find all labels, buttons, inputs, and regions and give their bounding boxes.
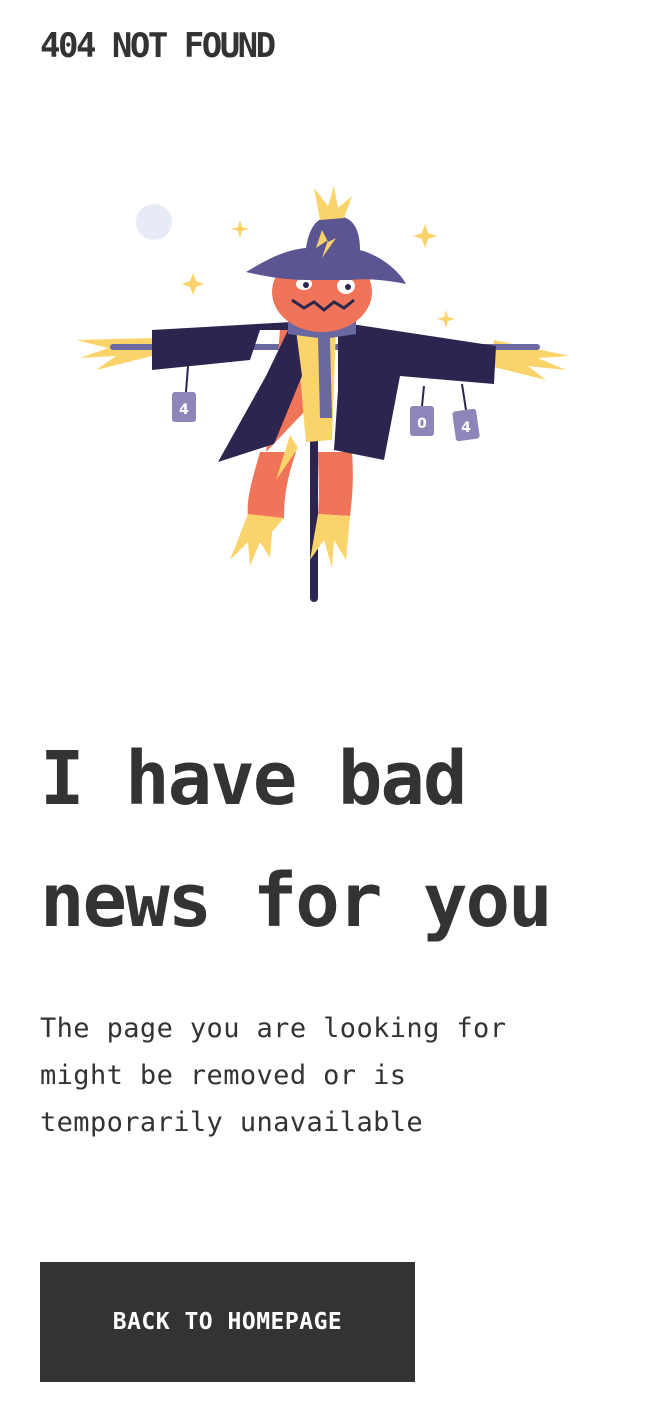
sparkle-icon	[413, 224, 437, 248]
site-logo[interactable]: 404 NOT FOUND	[40, 26, 276, 66]
can-label: 4	[179, 402, 189, 418]
sparkle-icon	[437, 310, 455, 328]
sparkle-icon	[231, 220, 249, 238]
moon-icon	[136, 204, 172, 240]
can-label: 0	[417, 416, 427, 432]
scarecrow-illustration: 4 0 4	[70, 180, 580, 610]
back-to-homepage-button[interactable]: BACK TO HOMEPAGE	[40, 1262, 415, 1382]
can-label: 4	[461, 420, 471, 436]
error-description: The page you are looking for might be re…	[40, 1013, 507, 1138]
page-headline: I have bad news for you	[40, 736, 553, 944]
sparkle-icon	[182, 273, 204, 295]
